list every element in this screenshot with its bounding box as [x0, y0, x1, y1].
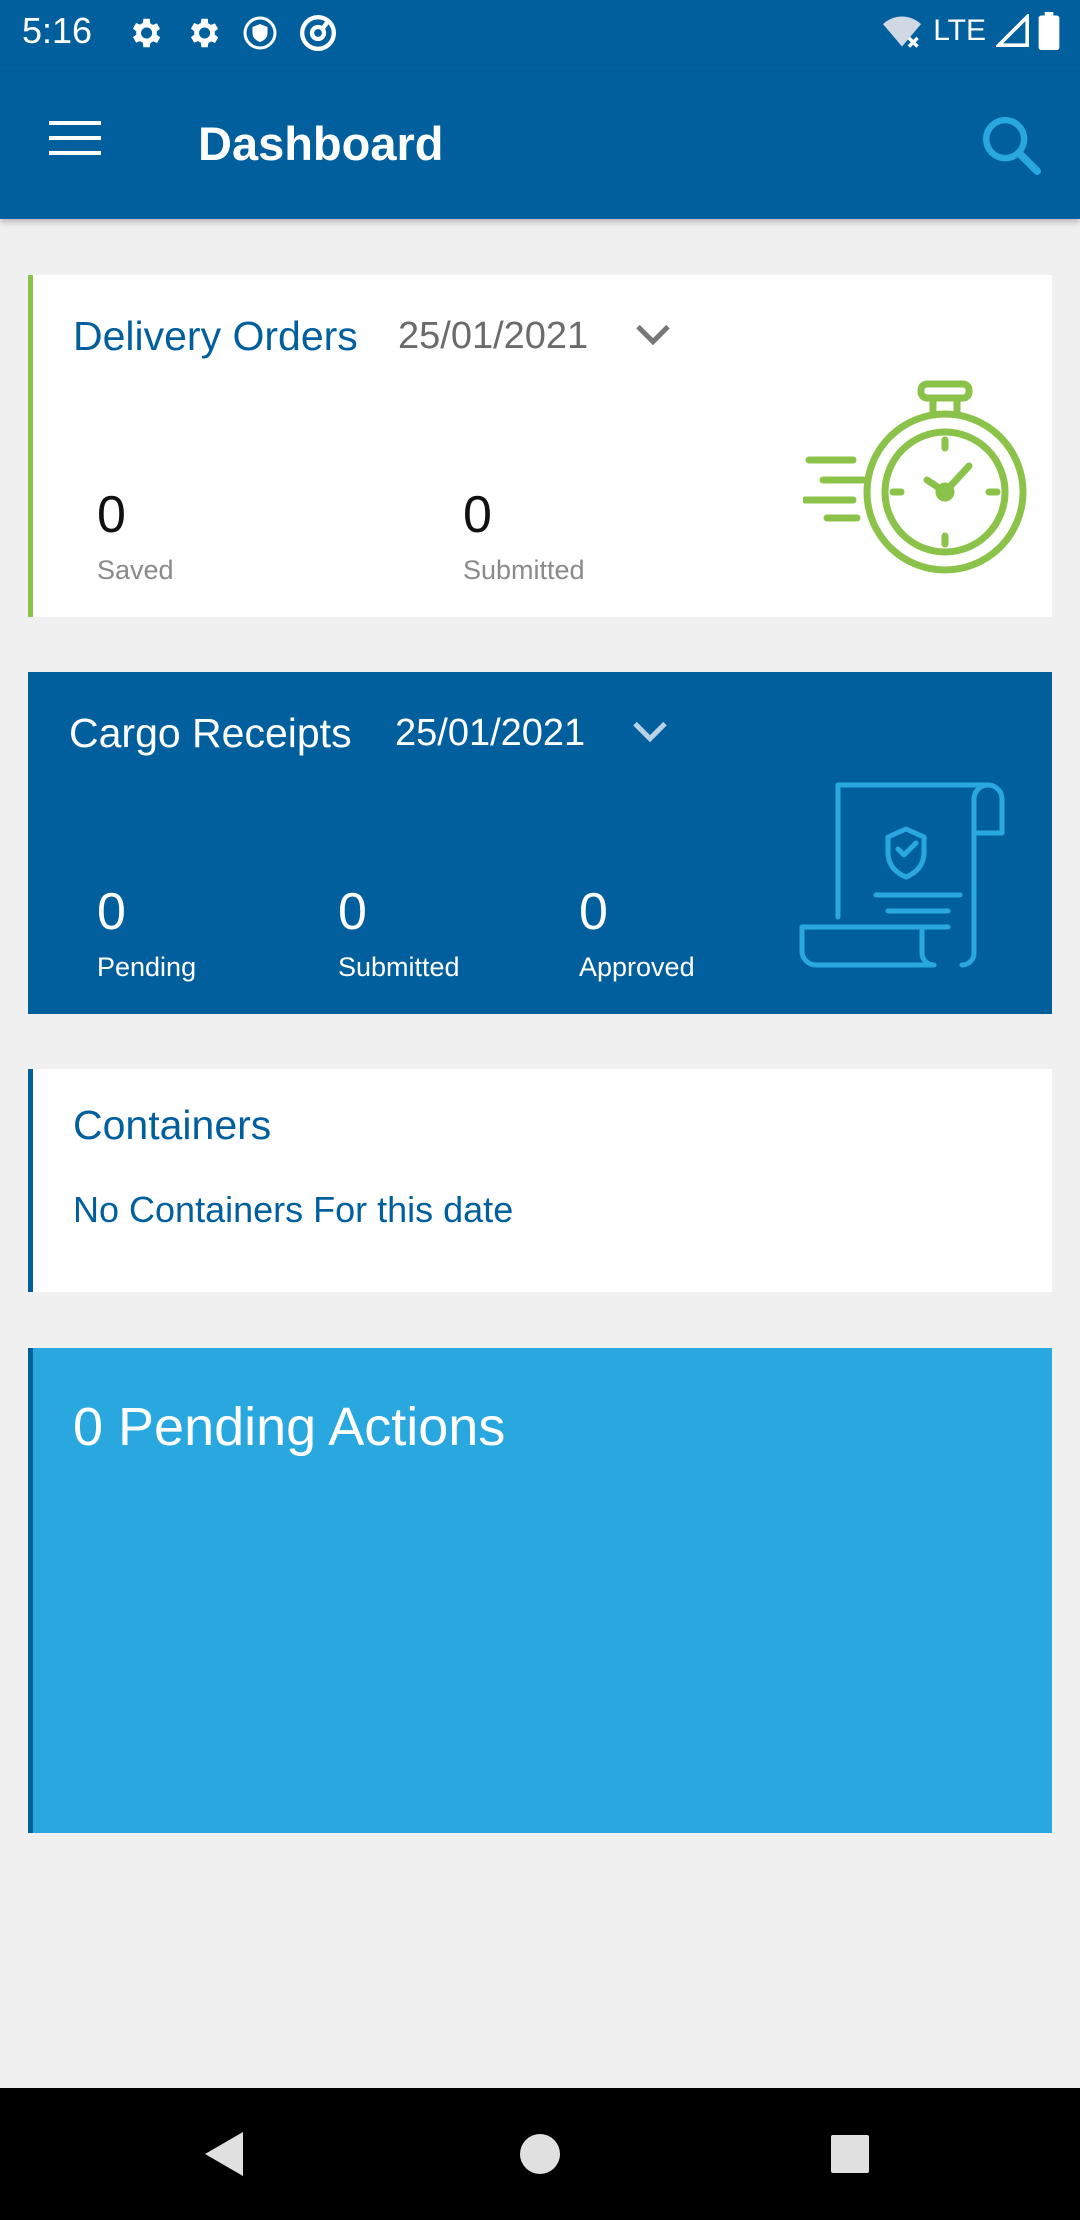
gear-icon	[132, 18, 161, 48]
chevron-down-icon[interactable]	[630, 717, 670, 747]
saved-label: Saved	[97, 555, 174, 585]
saved-count: 0	[97, 486, 126, 544]
submitted-count: 0	[463, 486, 492, 544]
cargo-receipts-date[interactable]: 25/01/2021	[395, 712, 585, 755]
wifi-off-icon	[883, 16, 922, 48]
back-icon[interactable]	[155, 2088, 295, 2220]
home-icon[interactable]	[470, 2088, 610, 2220]
menu-icon[interactable]	[40, 110, 110, 166]
shield-icon	[243, 16, 277, 50]
recents-icon[interactable]	[780, 2088, 920, 2220]
app-bar: Dashboard	[0, 66, 1080, 219]
pending-actions-card[interactable]: 0 Pending Actions	[28, 1348, 1052, 1833]
status-bar: 5:16 LTE	[0, 0, 1080, 66]
cargo-receipts-title: Cargo Receipts	[69, 710, 352, 756]
pending-actions-title: 0 Pending Actions	[73, 1397, 506, 1457]
containers-card[interactable]: Containers No Containers For this date	[28, 1069, 1052, 1292]
submitted-label: Submitted	[338, 952, 460, 982]
delivery-orders-date[interactable]: 25/01/2021	[398, 315, 588, 358]
system-nav-bar	[0, 2088, 1080, 2220]
receipt-scroll-icon	[799, 782, 1005, 968]
status-time: 5:16	[22, 10, 93, 51]
gear-icon	[190, 18, 219, 48]
search-icon[interactable]	[976, 110, 1046, 180]
pending-count: 0	[97, 883, 126, 941]
submitted-count: 0	[338, 883, 367, 941]
pending-label: Pending	[97, 952, 197, 982]
containers-title: Containers	[73, 1102, 272, 1148]
approved-count: 0	[579, 883, 608, 941]
stopwatch-icon	[803, 380, 1027, 574]
cargo-receipts-card[interactable]: Cargo Receipts 25/01/2021 0 Pending 0 Su…	[28, 672, 1052, 1014]
battery-icon	[1038, 12, 1060, 50]
system-icons: LTE	[881, 12, 1060, 50]
approved-label: Approved	[579, 952, 695, 982]
at-sign-icon	[300, 15, 336, 51]
signal-icon	[996, 14, 1029, 47]
page-title: Dashboard	[198, 117, 444, 170]
notification-icons	[126, 13, 338, 53]
chevron-down-icon[interactable]	[633, 320, 673, 350]
submitted-label: Submitted	[463, 555, 585, 585]
network-type: LTE	[933, 14, 986, 47]
delivery-orders-card[interactable]: Delivery Orders 25/01/2021 0 Saved 0 Sub…	[28, 275, 1052, 617]
containers-empty-message: No Containers For this date	[73, 1189, 514, 1230]
delivery-orders-title: Delivery Orders	[73, 313, 358, 359]
